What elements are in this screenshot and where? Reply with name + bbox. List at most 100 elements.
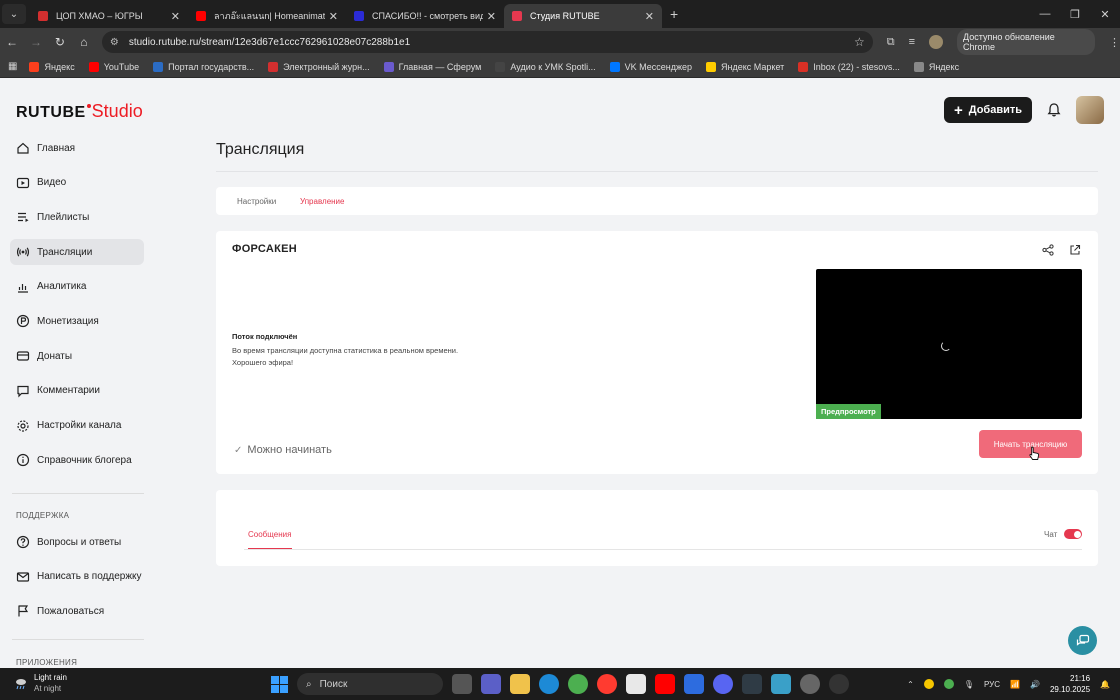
close-tab-icon[interactable]: ✕	[487, 10, 496, 23]
bookmark-favicon-icon	[268, 61, 279, 72]
close-tab-icon[interactable]: ✕	[645, 10, 654, 23]
site-info-icon[interactable]: ⚙	[110, 37, 119, 48]
browser-tab[interactable]: Студия RUTUBE ✕	[504, 4, 662, 28]
teams-icon[interactable]	[481, 674, 501, 694]
active-tab-indicator	[248, 548, 292, 549]
share-icon[interactable]	[1042, 244, 1054, 256]
ready-status-label: Можно начинать	[247, 444, 332, 456]
close-tab-icon[interactable]: ✕	[171, 10, 180, 23]
roblox-studio-icon[interactable]	[684, 674, 704, 694]
sidebar-item[interactable]: Видео	[10, 170, 144, 196]
taskbar-search[interactable]: ⌕ Поиск	[297, 673, 443, 695]
tab-title: ЦОП ХМАО – ЮГРЫ	[56, 11, 143, 21]
youtube-app-icon[interactable]	[655, 674, 675, 694]
browser-tab[interactable]: СПАСИБО!! - смотреть видео ✕	[346, 4, 504, 28]
apps-grid-icon[interactable]: ▦	[8, 61, 17, 72]
app-icon[interactable]	[771, 674, 791, 694]
sidebar-item[interactable]: Справочник блогера	[10, 447, 144, 473]
microphone-icon[interactable]: 🎙	[964, 680, 974, 689]
roblox-icon[interactable]	[626, 674, 646, 694]
tab-settings[interactable]: Настройки	[237, 187, 276, 215]
profile-icon[interactable]	[929, 35, 944, 49]
edge-icon[interactable]	[539, 674, 559, 694]
bookmark-star-icon[interactable]: ☆	[854, 35, 865, 49]
wifi-icon[interactable]: 📶	[1010, 680, 1020, 689]
home-button-icon[interactable]: ⌂	[72, 35, 96, 49]
settings-icon[interactable]	[800, 674, 820, 694]
user-avatar[interactable]	[1076, 96, 1104, 124]
bookmark-item[interactable]: Inbox (22) - stesovs...	[798, 61, 900, 72]
sidebar-item[interactable]: Трансляции	[10, 239, 144, 266]
stream-status-line: Во время трансляции доступна статистика …	[232, 346, 459, 355]
reload-icon[interactable]: ↻	[48, 35, 72, 49]
page-title: Трансляция	[216, 141, 305, 158]
bookmark-item[interactable]: Электронный журн...	[268, 61, 370, 72]
close-window-icon[interactable]: ✕	[1090, 0, 1120, 28]
notifications-icon[interactable]: 🔔	[1100, 680, 1110, 689]
bookmark-favicon-icon	[609, 61, 620, 72]
media-icon[interactable]: ≡	[909, 36, 915, 48]
yandex-browser-icon[interactable]	[597, 674, 617, 694]
sidebar-item[interactable]: Аналитика	[10, 274, 144, 300]
sidebar-item[interactable]: Вопросы и ответы	[10, 529, 144, 555]
update-chrome-button[interactable]: Доступно обновление Chrome	[957, 29, 1096, 55]
stream-preview-player[interactable]: Предпросмотр	[816, 269, 1082, 419]
sidebar-divider	[12, 493, 144, 494]
sidebar-item[interactable]: Донаты	[10, 343, 144, 369]
discord-icon[interactable]	[713, 674, 733, 694]
bookmark-item[interactable]: Главная — Сферум	[383, 61, 481, 72]
chrome-icon[interactable]	[568, 674, 588, 694]
support-chat-button[interactable]	[1068, 626, 1097, 655]
back-icon[interactable]: ←	[0, 35, 24, 49]
extensions-icon[interactable]: ⧉	[887, 36, 895, 49]
chevron-up-icon[interactable]: ⌃	[907, 680, 914, 689]
sidebar-item[interactable]: Комментарии	[10, 378, 144, 404]
weather-widget[interactable]: Light rain At night	[14, 672, 67, 694]
sidebar-item[interactable]: Настройки канала	[10, 413, 144, 439]
obs-icon[interactable]	[829, 674, 849, 694]
browser-tab[interactable]: ЦОП ХМАО – ЮГРЫ ✕	[30, 4, 188, 28]
forward-icon[interactable]: →	[24, 35, 48, 49]
close-tab-icon[interactable]: ✕	[329, 10, 338, 23]
sidebar-item[interactable]: Написать в поддержку	[10, 564, 144, 590]
bookmark-item[interactable]: Яндекс Маркет	[706, 61, 784, 72]
bookmark-item[interactable]: Яндекс	[913, 61, 959, 72]
tab-search-button[interactable]: ⌄	[2, 4, 26, 24]
bookmark-item[interactable]: Аудио к УМК Spotli...	[495, 61, 596, 72]
file-explorer-icon[interactable]	[510, 674, 530, 694]
tab-management[interactable]: Управление	[300, 187, 344, 215]
flag-icon	[16, 604, 30, 618]
bookmark-item[interactable]: YouTube	[88, 61, 139, 72]
bookmark-item[interactable]: Портал государств...	[153, 61, 254, 72]
tray-app-icon[interactable]	[943, 679, 954, 689]
bell-icon[interactable]	[1046, 102, 1062, 118]
sidebar-item[interactable]: Главная	[10, 135, 144, 161]
chat-toggle[interactable]	[1064, 529, 1082, 539]
clock[interactable]: 21:16 29.10.2025	[1050, 673, 1090, 695]
clock-time: 21:16	[1070, 674, 1091, 683]
windows-start-icon[interactable]	[271, 676, 288, 693]
sidebar-item-label: Комментарии	[37, 385, 100, 397]
url-input[interactable]: ⚙ studio.rutube.ru/stream/12e3d67e1ccc76…	[101, 31, 873, 53]
sidebar-item[interactable]: Плейлисты	[10, 204, 144, 230]
tray-app-icon[interactable]	[923, 679, 934, 689]
terminal-icon[interactable]	[742, 674, 762, 694]
new-tab-button[interactable]: +	[670, 6, 678, 22]
tab-favicon-icon	[38, 11, 48, 21]
task-view-icon[interactable]	[452, 674, 472, 694]
bookmark-favicon-icon	[798, 61, 809, 72]
maximize-icon[interactable]: ❐	[1060, 0, 1090, 28]
bookmark-item[interactable]: Яндекс	[29, 61, 75, 72]
bookmark-item[interactable]: VK Мессенджер	[609, 61, 692, 72]
open-external-icon[interactable]	[1069, 244, 1081, 256]
rutube-studio-logo[interactable]: RUTUBE Studio	[16, 101, 143, 122]
browser-menu-icon[interactable]: ⋮	[1109, 36, 1120, 49]
tab-messages[interactable]: Сообщения	[248, 530, 291, 539]
language-indicator[interactable]: РУС	[984, 680, 1000, 689]
browser-tab[interactable]: ลาภอ๊ะแลนนn| Homeanimations ✕	[188, 4, 346, 28]
volume-icon[interactable]: 🔊	[1030, 680, 1040, 689]
sidebar-item[interactable]: Пожаловаться	[10, 598, 144, 624]
sidebar-item[interactable]: Монетизация	[10, 308, 144, 334]
add-button[interactable]: + Добавить	[943, 97, 1032, 123]
minimize-icon[interactable]: —	[1030, 0, 1060, 28]
